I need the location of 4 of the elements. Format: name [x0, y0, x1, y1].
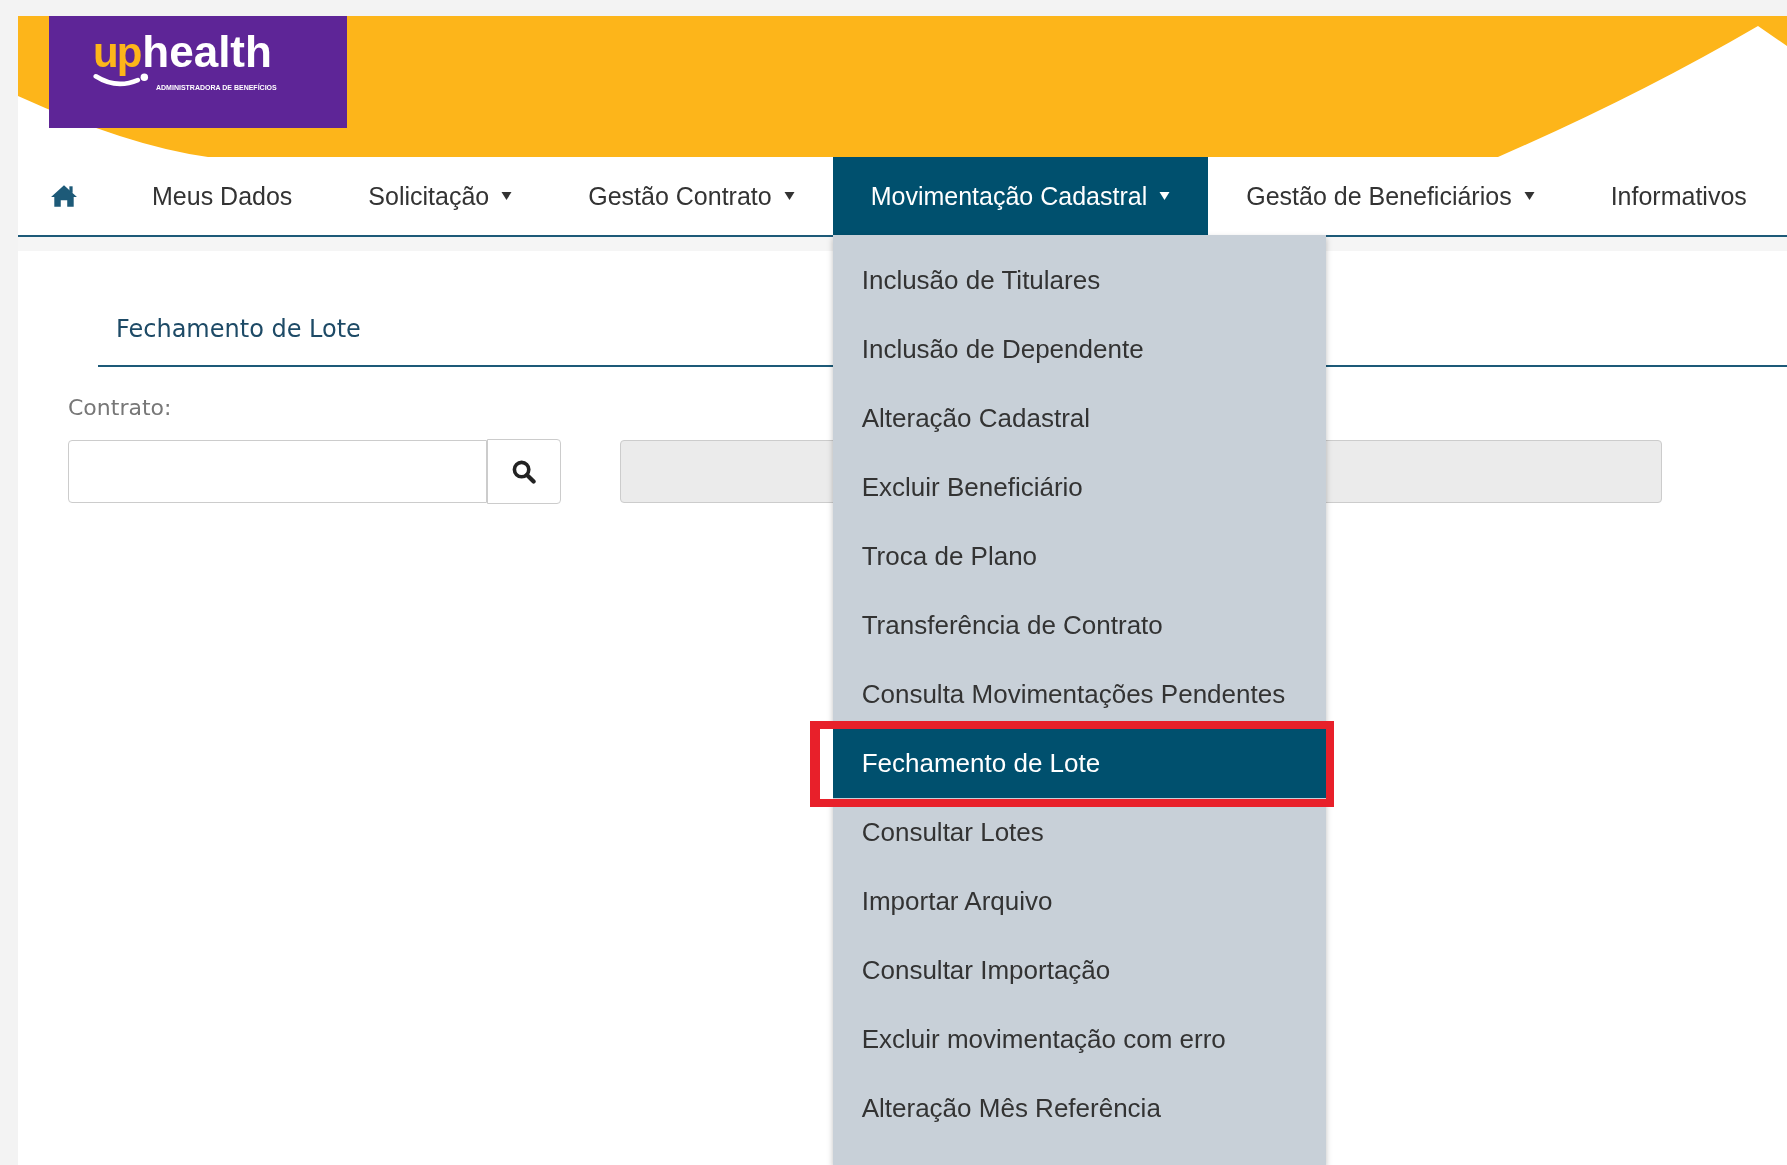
field-label: Contrato: — [68, 395, 172, 420]
page-title: Fechamento de Lote — [116, 315, 362, 343]
logo-prefix: up — [93, 32, 141, 74]
logo-name: health — [142, 30, 272, 74]
